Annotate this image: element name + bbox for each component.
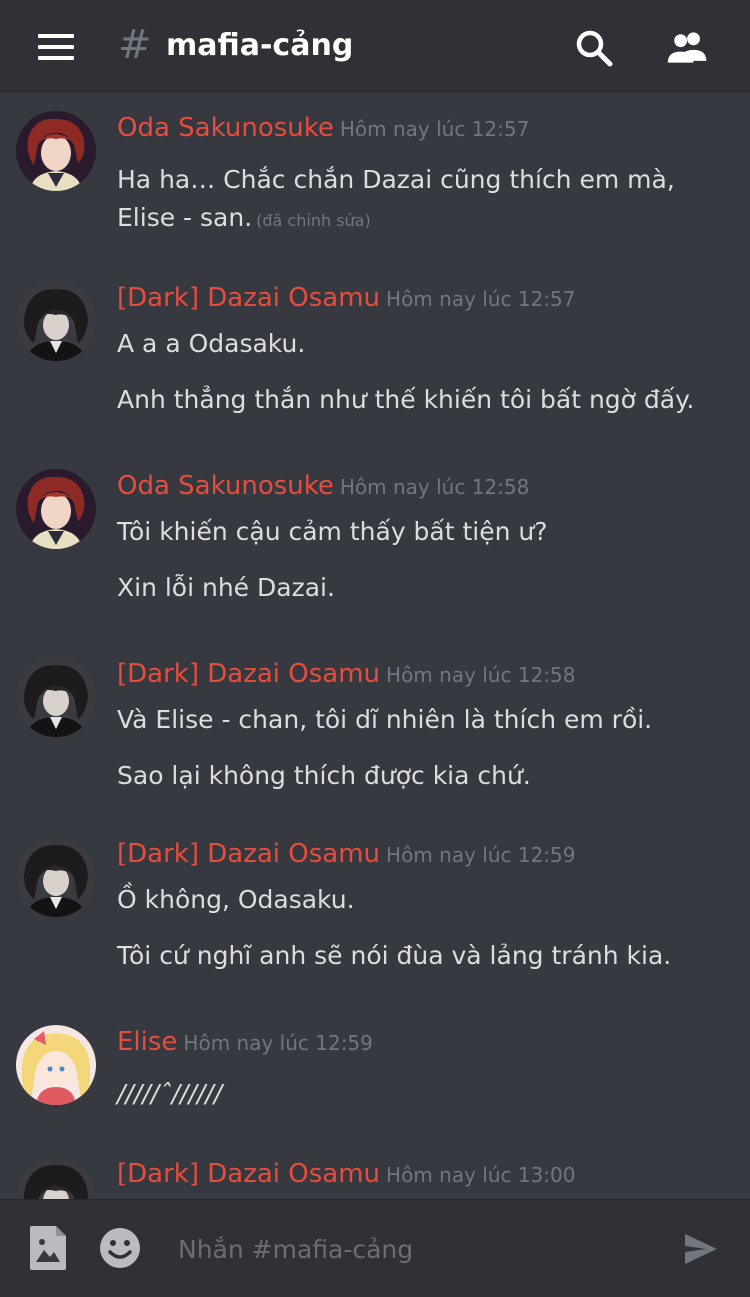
timestamp: Hôm nay lúc 12:58	[386, 663, 576, 687]
message-line: Ha ha… Chắc chắn Dazai cũng thích em mà,	[117, 165, 675, 194]
avatar[interactable]	[16, 111, 96, 191]
username-text: [Dark] Dazai Osamu	[117, 839, 381, 869]
timestamp: Hôm nay lúc 12:57	[386, 287, 576, 311]
username[interactable]: Oda Sakunosuke Hôm nay lúc 12:57	[117, 113, 529, 143]
channel-hash-icon: #	[118, 22, 152, 68]
username[interactable]: Elise Hôm nay lúc 12:59	[117, 1027, 373, 1057]
message-line: Xin lỗi nhé Dazai.	[117, 573, 335, 602]
timestamp: Hôm nay lúc 13:00	[386, 1163, 576, 1187]
emoji-icon[interactable]	[98, 1226, 142, 1270]
send-icon[interactable]	[682, 1230, 720, 1268]
avatar[interactable]	[16, 281, 96, 361]
message-line: /////ˆ//////	[117, 1079, 223, 1108]
channel-name: mafia-cảng	[166, 28, 354, 63]
avatar[interactable]	[16, 837, 96, 917]
edited-label: (đã chỉnh sửa)	[256, 211, 371, 230]
message-line: Tôi cứ nghĩ anh sẽ nói đùa và lảng tránh…	[117, 941, 672, 970]
username-text: Oda Sakunosuke	[117, 113, 334, 143]
message-list[interactable]: Oda Sakunosuke Hôm nay lúc 12:57 Ha ha… C…	[0, 93, 750, 1199]
username[interactable]: [Dark] Dazai Osamu Hôm nay lúc 12:58	[117, 659, 576, 689]
username[interactable]: [Dark] Dazai Osamu Hôm nay lúc 13:00	[117, 1159, 576, 1189]
avatar[interactable]	[16, 1025, 96, 1105]
message-line: Sao lại không thích được kia chứ.	[117, 761, 531, 790]
message-line: A a a Odasaku.	[117, 329, 306, 358]
message-composer	[0, 1199, 750, 1297]
timestamp: Hôm nay lúc 12:58	[339, 475, 530, 499]
image-upload-icon[interactable]	[28, 1224, 68, 1272]
message-line: Ồ không, Odasaku.	[117, 885, 355, 914]
members-icon[interactable]	[666, 26, 710, 70]
username-text: [Dark] Dazai Osamu	[117, 1159, 381, 1189]
timestamp: Hôm nay lúc 12:59	[386, 843, 576, 867]
message-line: Elise - san. (đã chỉnh sửa)	[117, 203, 371, 232]
message-line: Anh thẳng thắn như thế khiến tôi bất ngờ…	[117, 385, 695, 414]
avatar[interactable]	[16, 657, 96, 737]
username[interactable]: Oda Sakunosuke Hôm nay lúc 12:58	[117, 471, 529, 501]
username-text: Oda Sakunosuke	[117, 471, 334, 501]
message-text: Elise - san.	[117, 203, 253, 232]
hamburger-menu-icon[interactable]	[38, 34, 74, 60]
avatar[interactable]	[16, 469, 96, 549]
avatar[interactable]	[16, 1157, 96, 1199]
search-icon[interactable]	[572, 26, 616, 70]
username-text: [Dark] Dazai Osamu	[117, 283, 381, 313]
message-input[interactable]	[178, 1226, 658, 1272]
username[interactable]: [Dark] Dazai Osamu Hôm nay lúc 12:57	[117, 283, 576, 313]
username[interactable]: [Dark] Dazai Osamu Hôm nay lúc 12:59	[117, 839, 576, 869]
message-line: Tôi khiến cậu cảm thấy bất tiện ư?	[117, 517, 548, 546]
timestamp: Hôm nay lúc 12:57	[339, 117, 530, 141]
username-text: [Dark] Dazai Osamu	[117, 659, 381, 689]
message-line: Và Elise - chan, tôi dĩ nhiên là thích e…	[117, 705, 653, 734]
channel-header: # mafia-cảng	[0, 0, 750, 92]
timestamp: Hôm nay lúc 12:59	[183, 1031, 373, 1055]
username-text: Elise	[117, 1027, 178, 1057]
